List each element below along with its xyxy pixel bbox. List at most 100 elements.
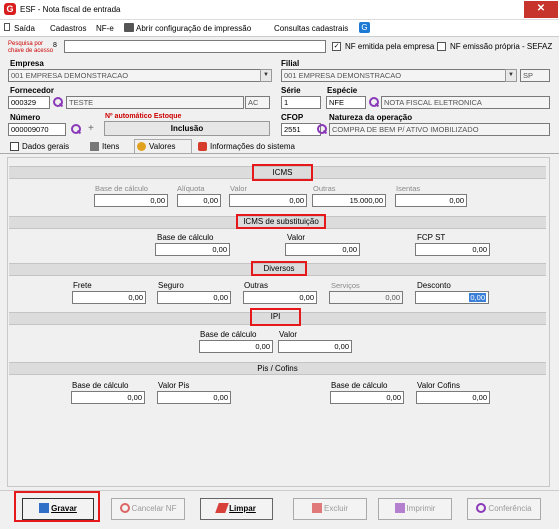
empresa-select[interactable]: 001 EMPRESA DEMONSTRACAO xyxy=(8,69,270,82)
eraser-icon xyxy=(215,503,229,513)
nf-emitida-checkbox[interactable]: ✓ xyxy=(332,42,341,51)
pis-base-field[interactable]: 0,00 xyxy=(71,391,145,404)
cancelar-nf-button[interactable]: Cancelar NF xyxy=(111,498,185,520)
tabs-divider xyxy=(0,153,559,154)
icms-isentas-label: Isentas xyxy=(396,184,421,193)
save-icon xyxy=(39,503,50,513)
info-icon xyxy=(198,142,207,151)
servicos-field[interactable]: 0,00 xyxy=(329,291,403,304)
desconto-selected-value: 0,00 xyxy=(469,293,486,302)
cfop-input[interactable]: 2551 xyxy=(281,123,321,136)
valor-cofins-field[interactable]: 0,00 xyxy=(416,391,490,404)
gravar-button[interactable]: Gravar xyxy=(22,498,94,520)
coins-icon xyxy=(137,142,146,151)
especie-label: Espécie xyxy=(327,86,358,95)
desconto-label: Desconto xyxy=(417,281,451,290)
nf-propria-label: NF emissão própria - SEFAZ xyxy=(450,42,553,51)
search-icon[interactable] xyxy=(316,124,327,135)
printer-icon xyxy=(124,23,134,32)
icms-st-base-label: Base de cálculo xyxy=(157,233,214,242)
search-icon[interactable] xyxy=(70,124,81,135)
servicos-label: Serviços xyxy=(331,281,360,290)
filial-label: Filial xyxy=(281,59,300,68)
access-key-search-input[interactable] xyxy=(64,40,326,53)
especie-desc-field: NOTA FISCAL ELETRONICA xyxy=(381,96,550,109)
exit-icon xyxy=(4,23,10,31)
imprimir-button[interactable]: Imprimir xyxy=(378,498,452,520)
filial-select[interactable]: 001 EMPRESA DEMONSTRACAO xyxy=(281,69,517,82)
pis-cofins-section-header: Pis / Cofins xyxy=(9,362,546,375)
help-icon[interactable]: G xyxy=(359,22,370,33)
search-icon[interactable] xyxy=(52,97,63,108)
valor-pis-label: Valor Pis xyxy=(158,381,190,390)
icms-outras-label: Outras xyxy=(313,184,336,193)
icms-valor-field[interactable]: 0,00 xyxy=(229,194,307,207)
tab-itens[interactable]: Itens xyxy=(88,140,130,154)
ipi-valor-field[interactable]: 0,00 xyxy=(278,340,352,353)
outras-label: Outras xyxy=(244,281,269,290)
cancel-icon xyxy=(119,503,130,513)
checkbox-icon xyxy=(10,142,19,151)
printer-icon xyxy=(394,503,405,513)
icms-isentas-field[interactable]: 0,00 xyxy=(395,194,467,207)
conferencia-button[interactable]: Conferência xyxy=(467,498,541,520)
icms-aliquota-label: Alíquota xyxy=(177,184,205,193)
excluir-button[interactable]: Excluir xyxy=(293,498,367,520)
ipi-base-label: Base de cálculo xyxy=(200,330,257,339)
search-badge: 8 xyxy=(53,42,57,49)
menu-saida[interactable]: Saída xyxy=(14,24,35,33)
cofins-base-field[interactable]: 0,00 xyxy=(330,391,404,404)
tab-informacoes-sistema[interactable]: Informações do sistema xyxy=(196,140,306,154)
chevron-down-icon[interactable]: ▼ xyxy=(505,69,517,82)
valor-pis-field[interactable]: 0,00 xyxy=(157,391,231,404)
especie-code-input[interactable]: NFE xyxy=(326,96,366,109)
app-logo-icon: G xyxy=(4,3,16,15)
ipi-valor-label: Valor xyxy=(279,330,298,339)
outras-field[interactable]: 0,00 xyxy=(243,291,317,304)
fornecedor-name-field: TESTE xyxy=(66,96,244,109)
search-label-line1: Pesquisa por xyxy=(8,41,44,47)
filial-uf-field: SP xyxy=(520,69,550,82)
menu-cadastros[interactable]: Cadastros xyxy=(50,24,86,33)
icms-base-label: Base de cálculo xyxy=(95,184,148,193)
seguro-label: Seguro xyxy=(158,281,184,290)
serie-input[interactable]: 1 xyxy=(281,96,321,109)
close-button[interactable]: ✕ xyxy=(524,1,558,18)
desconto-field[interactable]: 0,00 xyxy=(415,291,489,304)
icms-section-title: ICMS xyxy=(252,164,313,181)
menu-nfe[interactable]: NF-e xyxy=(96,24,114,33)
natureza-field: COMPRA DE BEM P/ ATIVO IMOBILIZADO xyxy=(329,123,550,136)
menu-abrir-config-impressao[interactable]: Abrir configuração de impressão xyxy=(136,24,251,33)
window-title: ESF - Nota fiscal de entrada xyxy=(20,5,121,14)
valor-cofins-label: Valor Cofins xyxy=(417,381,460,390)
icms-base-field[interactable]: 0,00 xyxy=(94,194,168,207)
cfop-label: CFOP xyxy=(281,113,304,122)
pis-base-label: Base de cálculo xyxy=(72,381,129,390)
fcp-st-field[interactable]: 0,00 xyxy=(415,243,490,256)
fcp-st-label: FCP ST xyxy=(417,233,446,242)
menu-consultas-cadastrais[interactable]: Consultas cadastrais xyxy=(274,24,348,33)
icms-st-base-field[interactable]: 0,00 xyxy=(155,243,230,256)
natureza-label: Natureza da operação xyxy=(329,113,413,122)
menu-divider xyxy=(0,36,559,37)
icms-st-valor-field[interactable]: 0,00 xyxy=(285,243,360,256)
frete-field[interactable]: 0,00 xyxy=(72,291,146,304)
icms-st-valor-label: Valor xyxy=(287,233,306,242)
search-icon[interactable] xyxy=(368,97,379,108)
tab-valores[interactable]: Valores xyxy=(134,139,192,154)
icms-outras-field[interactable]: 15.000,00 xyxy=(312,194,386,207)
ipi-section-title: IPI xyxy=(250,308,301,326)
seguro-field[interactable]: 0,00 xyxy=(157,291,231,304)
nf-propria-checkbox[interactable] xyxy=(437,42,446,51)
tab-dados-gerais[interactable]: Dados gerais xyxy=(8,140,82,154)
plus-icon[interactable]: + xyxy=(88,123,94,134)
icms-aliquota-field[interactable]: 0,00 xyxy=(177,194,221,207)
limpar-button[interactable]: Limpar xyxy=(200,498,273,520)
ipi-base-field[interactable]: 0,00 xyxy=(199,340,273,353)
search-label-line2: chave de acesso xyxy=(8,48,54,54)
pis-cofins-section-title: Pis / Cofins xyxy=(257,364,298,373)
chevron-down-icon[interactable]: ▼ xyxy=(260,69,272,82)
cofins-base-label: Base de cálculo xyxy=(331,381,388,390)
fornecedor-code-input[interactable]: 000329 xyxy=(8,96,50,109)
numero-input[interactable]: 000009070 xyxy=(8,123,66,136)
